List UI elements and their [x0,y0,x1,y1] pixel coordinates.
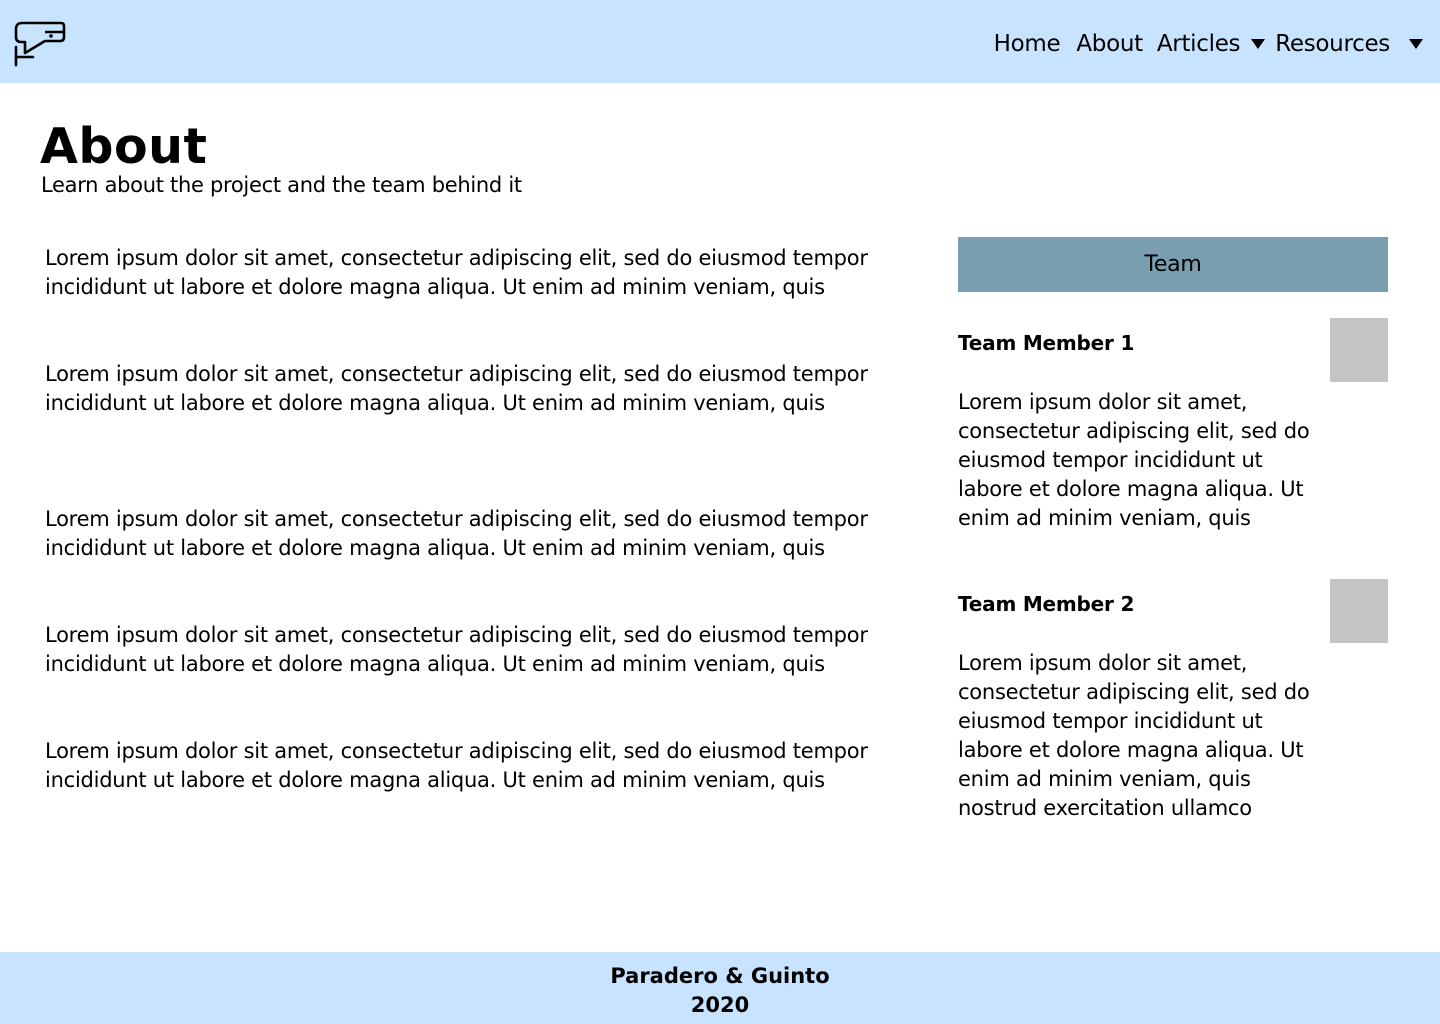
nav-resources-dropdown[interactable]: Resources [1275,31,1440,57]
body-paragraph: Lorem ipsum dolor sit amet, consectetur … [45,507,868,560]
body-paragraph: Lorem ipsum dolor sit amet, consectetur … [45,362,868,415]
body-paragraph: Lorem ipsum dolor sit amet, consectetur … [45,739,868,792]
team-header-label: Team [1144,252,1202,277]
team-member-bio: Lorem ipsum dolor sit amet, consectetur … [958,390,1310,530]
body-paragraph: Lorem ipsum dolor sit amet, consectetur … [45,246,868,299]
caret-down-icon [1251,38,1266,49]
nav-about-link[interactable]: About [1076,31,1143,57]
main-nav: Home About Articles Resources [994,0,1440,83]
footer-year: 2020 [690,993,750,1017]
team-member-name: Team Member 1 [958,331,1135,355]
nav-home-link[interactable]: Home [994,31,1061,57]
team-member-photo [1330,579,1388,643]
team-panel: Team [958,237,1388,292]
page-subtitle: Learn about the project and the team beh… [41,173,522,197]
team-member-photo [1330,318,1388,382]
nav-articles-dropdown[interactable]: Articles [1156,30,1266,57]
team-header: Team [958,237,1388,292]
nav-home-label: Home [993,30,1061,57]
team-member-bio: Lorem ipsum dolor sit amet, consectetur … [958,651,1310,820]
caret-down-icon [1409,38,1423,49]
team-member-name: Team Member 2 [958,592,1135,616]
nav-articles-label: Articles [1156,30,1241,57]
footer: Paradero & Guinto 2020 [0,952,1440,1024]
footer-authors: Paradero & Guinto [610,964,830,988]
body-paragraph: Lorem ipsum dolor sit amet, consectetur … [45,623,868,676]
top-nav-bar: Home About Articles Resources [0,0,1440,83]
speech-bubble-logo-icon[interactable] [13,20,67,68]
page-title: About [40,118,208,175]
nav-resources-label: Resources [1275,30,1390,57]
nav-about-label: About [1076,30,1143,57]
